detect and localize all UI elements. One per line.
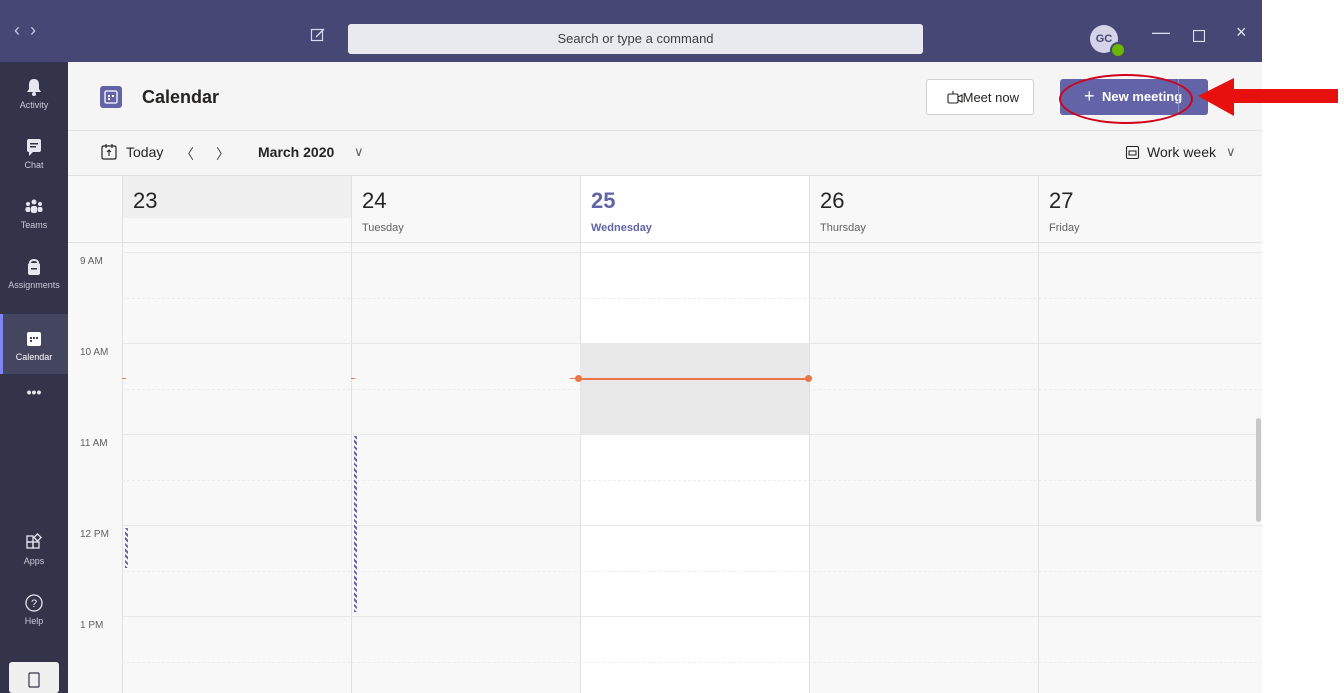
app-rail: Activity Chat Teams Assignments Calendar… <box>0 62 68 693</box>
red-arrow-icon <box>1198 78 1338 116</box>
hour-label: 10 AM <box>80 347 109 358</box>
calendar-toolbar: Today 〈 〉 March 2020 ∨ Work week ∨ <box>68 131 1262 176</box>
day-number: 26 <box>820 188 845 213</box>
day-name: Friday <box>1049 222 1080 234</box>
video-camera-icon <box>947 91 963 104</box>
rail-label: Calendar <box>15 352 53 362</box>
day-number: 27 <box>1049 188 1074 213</box>
device-button[interactable] <box>9 662 59 693</box>
event-hatch-marker <box>354 436 357 612</box>
close-icon[interactable]: × <box>1236 22 1247 43</box>
header-divider <box>68 242 1262 243</box>
current-time-dot <box>805 375 812 382</box>
meet-now-label: Meet now <box>962 90 1019 105</box>
prev-week-button[interactable]: 〈 <box>180 144 194 164</box>
hour-label: 9 AM <box>80 256 103 267</box>
rail-item-activity[interactable]: Activity <box>0 62 68 122</box>
half-hour-line <box>122 480 1262 481</box>
more-glyph: ••• <box>26 384 42 400</box>
month-selector[interactable]: March 2020 <box>258 144 334 160</box>
more-icon[interactable]: ••• <box>0 378 68 438</box>
day-number: 24 <box>362 188 387 213</box>
view-selector[interactable]: Work week <box>1147 144 1216 160</box>
half-hour-line <box>122 662 1262 663</box>
rail-item-assignments[interactable]: Assignments <box>0 242 68 302</box>
day-name: Thursday <box>820 222 866 234</box>
hour-line <box>122 252 1262 253</box>
hour-label: 11 AM <box>80 438 108 449</box>
rail-label: Apps <box>23 556 45 566</box>
meet-now-button[interactable]: Meet now <box>926 79 1034 115</box>
chevron-right-icon[interactable]: › <box>30 20 46 40</box>
day-name: Tuesday <box>362 222 404 234</box>
help-icon: ? <box>25 594 43 612</box>
rail-item-teams[interactable]: Teams <box>0 182 68 242</box>
chevron-down-icon[interactable]: ∨ <box>354 144 364 160</box>
assignments-icon <box>28 259 40 275</box>
scrollbar-thumb[interactable] <box>1256 418 1261 522</box>
hour-label: 1 PM <box>80 620 104 631</box>
chat-icon <box>27 139 41 156</box>
half-hour-line <box>122 298 1262 299</box>
rail-item-chat[interactable]: Chat <box>0 122 68 182</box>
hour-line <box>122 343 1262 344</box>
calendar-icon <box>27 332 41 346</box>
svg-text:?: ? <box>31 598 37 610</box>
next-week-button[interactable]: 〉 <box>216 144 230 164</box>
day-number: 23 <box>133 188 158 213</box>
chevron-left-icon[interactable]: ‹ <box>14 20 30 40</box>
now-tick <box>351 378 355 379</box>
bell-icon <box>27 79 41 96</box>
hour-line <box>122 434 1262 435</box>
teams-icon <box>25 199 43 213</box>
half-hour-line <box>122 389 1262 390</box>
calendar-app-icon <box>100 86 122 108</box>
compose-icon[interactable] <box>310 27 326 43</box>
minimize-icon[interactable]: — <box>1152 22 1170 43</box>
presence-badge <box>1110 42 1126 58</box>
hour-line <box>122 616 1262 617</box>
history-nav: ‹› <box>14 20 46 41</box>
hour-line <box>122 525 1262 526</box>
maximize-icon[interactable] <box>1193 30 1205 42</box>
rail-label: Chat <box>24 160 44 170</box>
rail-item-apps[interactable]: Apps <box>0 518 68 578</box>
rail-label: Assignments <box>8 280 60 290</box>
rail-label: Activity <box>19 100 49 110</box>
event-hatch-marker <box>125 528 128 568</box>
rail-label: Help <box>24 616 44 626</box>
device-icon <box>28 672 40 688</box>
current-time-line <box>578 378 808 380</box>
half-hour-line <box>122 571 1262 572</box>
hour-label: 12 PM <box>80 529 109 540</box>
title-bar: ‹› Search or type a command GC — × <box>0 0 1262 62</box>
view-calendar-icon <box>1125 145 1140 160</box>
apps-icon <box>26 533 42 549</box>
highlight-ellipse <box>1059 74 1193 124</box>
day-name: Wednesday <box>591 222 652 234</box>
now-tick <box>122 378 126 379</box>
today-calendar-icon[interactable] <box>100 143 118 161</box>
rail-item-help[interactable]: ? Help <box>0 578 68 638</box>
calendar-grid: 23 24 Tuesday 25 Wednesday 26 Thursday 2… <box>68 176 1262 693</box>
current-time-dot <box>575 375 582 382</box>
today-button[interactable]: Today <box>126 144 163 160</box>
search-input[interactable]: Search or type a command <box>348 24 923 54</box>
rail-item-calendar[interactable]: Calendar <box>0 314 68 374</box>
day-number: 25 <box>591 188 616 213</box>
view-chevron-down-icon[interactable]: ∨ <box>1226 144 1236 160</box>
page-title: Calendar <box>142 87 220 107</box>
rail-label: Teams <box>20 220 48 230</box>
